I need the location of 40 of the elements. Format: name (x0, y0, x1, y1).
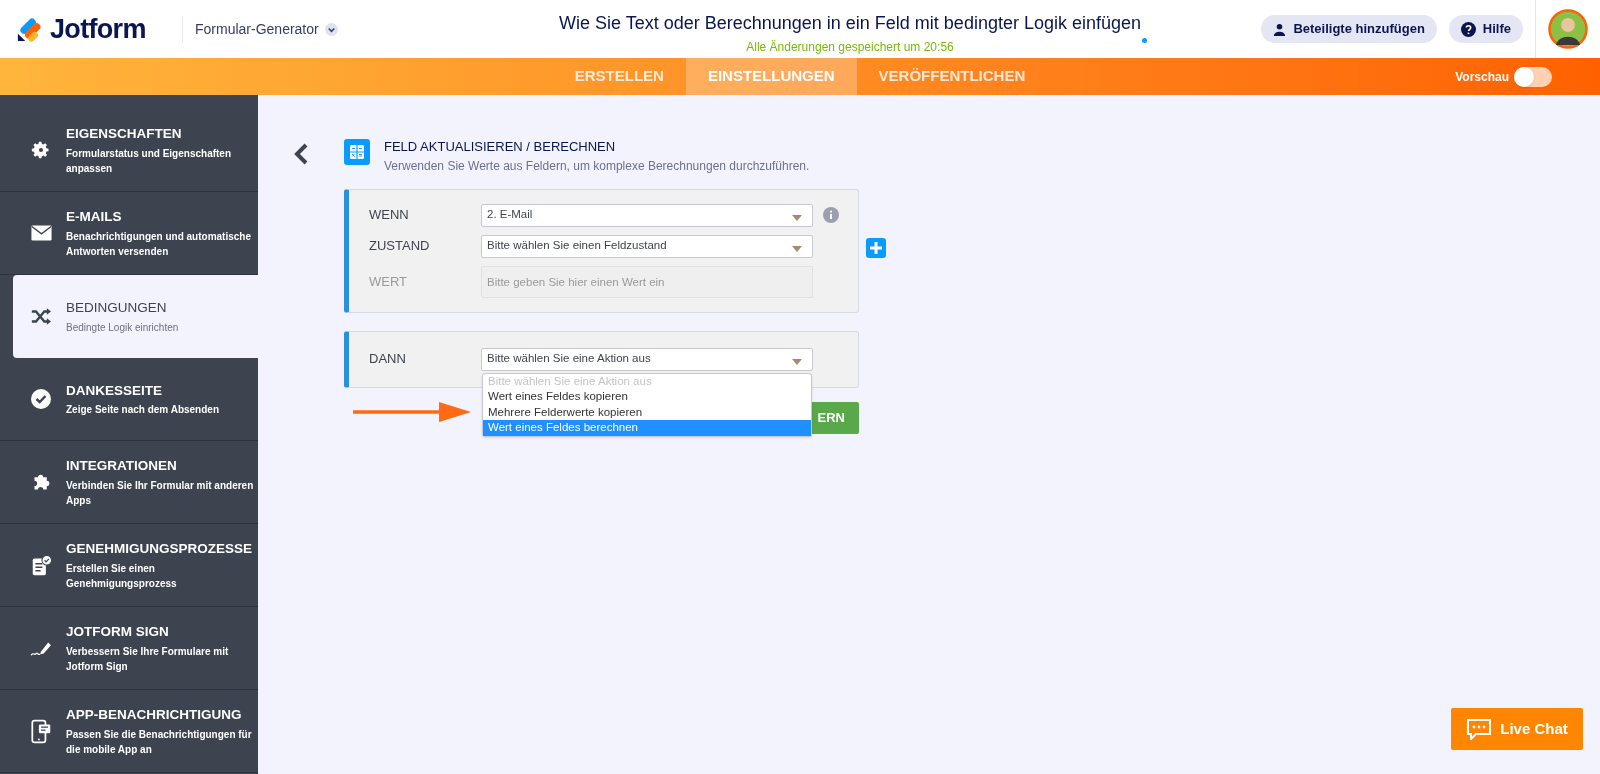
sidebar-item-subtitle: Zeige Seite nach dem Absenden (66, 403, 219, 418)
sidebar-item[interactable]: GENEHMIGUNGSPROZESSE Erstellen Sie einen Genehmigungsprozess (0, 524, 258, 607)
sidebar-item-subtitle: Erstellen Sie einen Genehmigungsprozess (66, 561, 178, 591)
sidebar-item-subtitle: Benachrichtigungen und automatische Antworten versenden (66, 229, 253, 259)
sidebar-item-subtitle: Passen Sie die Benachrichtigungen für die mobile App an (66, 727, 253, 757)
sidebar-item[interactable]: INTEGRATIONEN Verbinden Sie Ihr Formular mit anderen Apps (0, 441, 258, 524)
sidebar-item[interactable]: EIGENSCHAFTEN Formularstatus und Eigenschaften anpassen (0, 109, 258, 192)
help-button[interactable]: Hilfe (1448, 15, 1523, 43)
sidebar-item-title: INTEGRATIONEN (66, 457, 178, 476)
field-label: WENN (369, 206, 410, 225)
field-label: WERT (369, 272, 409, 291)
field-label: ZUSTAND (369, 237, 431, 256)
sidebar-item-title: APP-BENACHRICHTIGUNG (66, 706, 243, 725)
dropdown-option: Bitte wählen Sie eine Aktion aus (483, 373, 811, 389)
sidebar-item-title: JOTFORM SIGN (66, 623, 170, 642)
sidebar-item-subtitle: Bedingte Logik einrichten (66, 320, 179, 335)
add-participants-button[interactable]: Beteiligte hinzufügen (1261, 15, 1437, 43)
logo-text: Jotform (50, 12, 146, 46)
sidebar-item-title: DANKESSEITE (66, 381, 164, 400)
sidebar-item-title: E-MAILS (66, 208, 123, 227)
sidebar-item-title: BEDINGUNGEN (66, 299, 168, 318)
preview-label: Vorschau (1455, 68, 1509, 86)
sidebar-item-subtitle: Formularstatus und Eigenschaften anpassen (66, 146, 233, 176)
select-field[interactable]: 2. E-Mail (481, 203, 813, 227)
section-title: FELD AKTUALISIEREN / BERECHNEN (384, 138, 617, 156)
sidebar-item[interactable]: JOTFORM SIGN Verbessern Sie Ihre Formulare mit Jotform Sign (0, 607, 258, 690)
field-label: DANN (369, 350, 407, 369)
sidebar-item[interactable]: APP-BENACHRICHTIGUNG Passen Sie die Benachrichtigungen für die mobile App an (0, 690, 258, 773)
save-status: Alle Änderungen gespeichert um 20:56 (746, 39, 954, 56)
sidebar-item[interactable]: DANKESSEITE Zeige Seite nach dem Absenden (0, 358, 258, 441)
sidebar-item-subtitle: Verbessern Sie Ihre Formulare mit Jotform Sign (66, 644, 230, 674)
sidebar-item[interactable]: BEDINGUNGEN Bedingte Logik einrichten (13, 275, 258, 358)
select-field[interactable]: Bitte wählen Sie einen Feldzustand (481, 234, 813, 258)
sidebar-item-title: EIGENSCHAFTEN (66, 125, 183, 144)
sidebar-item-title: GENEHMIGUNGSPROZESSE (66, 540, 254, 559)
product-label: Formular-Generator (195, 19, 319, 39)
section-subtitle: Verwenden Sie Werte aus Feldern, um komplexe Berechnungen durchzuführen. (384, 157, 810, 175)
sidebar-item-subtitle: Verbinden Sie Ihr Formular mit anderen Apps (66, 478, 255, 508)
product-dropdown[interactable]: Formular-Generator (195, 18, 338, 40)
form-title[interactable]: Wie Sie Text oder Berechnungen in ein Feld mit bedingter Logik einfügen (559, 10, 1141, 37)
